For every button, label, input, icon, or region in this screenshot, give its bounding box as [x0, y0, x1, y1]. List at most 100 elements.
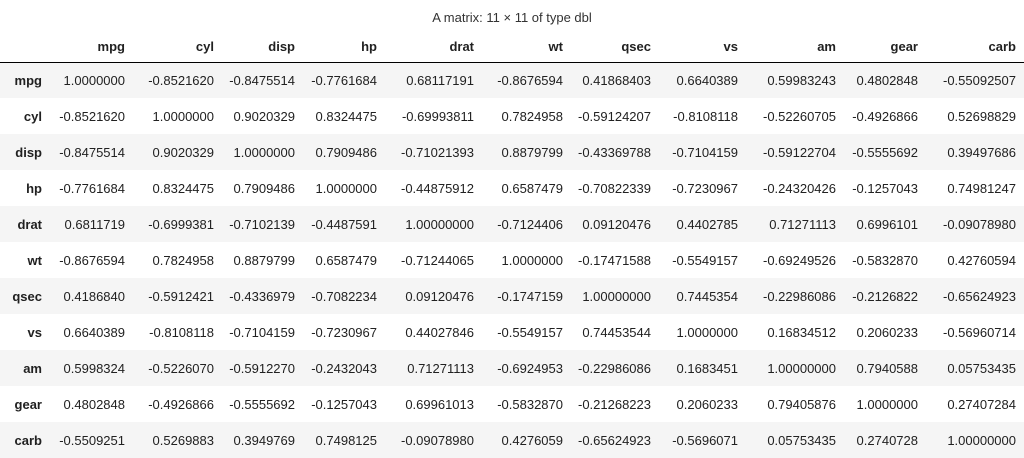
- matrix-cell: 0.7909486: [315, 144, 377, 160]
- matrix-cell: -0.65624923: [942, 288, 1016, 304]
- matrix-cell: 0.05753435: [947, 360, 1016, 376]
- matrix-cell: 0.4276059: [501, 432, 563, 448]
- table-row: gear 0.4802848 -0.4926866 -0.5555692 -0.1257…: [0, 386, 1024, 422]
- matrix-cell: 1.0000000: [856, 396, 918, 412]
- matrix-cell: 0.71271113: [407, 360, 474, 376]
- matrix-cell: -0.7124406: [497, 216, 563, 232]
- matrix-cell: -0.5696071: [672, 432, 738, 448]
- matrix-cell: -0.21268223: [577, 396, 651, 412]
- matrix-caption: A matrix: 11 × 11 of type dbl: [432, 10, 592, 25]
- matrix-cell: -0.70822339: [577, 180, 651, 196]
- matrix-header: mpg cyl disp hp drat wt qsec vs am gear carb: [0, 31, 1024, 63]
- row-header-qsec: qsec: [12, 288, 42, 304]
- matrix-cell: 0.05753435: [767, 432, 836, 448]
- matrix-cell: -0.6924953: [497, 360, 563, 376]
- table-row: disp -0.8475514 0.9020329 1.0000000 0.790948…: [0, 134, 1024, 170]
- matrix-cell: 0.42760594: [947, 252, 1016, 268]
- matrix-cell: -0.43369788: [577, 144, 651, 160]
- matrix-cell: 0.7940588: [856, 360, 918, 376]
- matrix-cell: -0.71021393: [400, 144, 474, 160]
- matrix-cell: 0.6640389: [63, 324, 125, 340]
- matrix-cell: 0.16834512: [767, 324, 836, 340]
- matrix-cell: 0.5998324: [63, 360, 125, 376]
- matrix-cell: 0.6811719: [64, 216, 126, 232]
- matrix-cell: -0.5555692: [229, 396, 295, 412]
- column-header-disp: disp: [222, 31, 303, 63]
- matrix-cell: 0.7824958: [501, 108, 563, 124]
- matrix-cell: 0.68117191: [406, 72, 474, 88]
- matrix-cell: 1.0000000: [152, 108, 214, 124]
- matrix-cell: 0.6640389: [676, 72, 738, 88]
- matrix-cell: 1.00000000: [405, 216, 474, 232]
- matrix-cell: -0.56960714: [942, 324, 1016, 340]
- row-header-vs: vs: [27, 324, 42, 340]
- matrix-cell: 0.8879799: [233, 252, 295, 268]
- matrix-cell: 0.69961013: [405, 396, 474, 412]
- matrix-cell: -0.5912421: [148, 288, 214, 304]
- matrix-cell: 0.74453544: [582, 324, 651, 340]
- matrix-cell: 0.6587479: [315, 252, 377, 268]
- matrix-cell: -0.24320426: [762, 180, 836, 196]
- matrix-cell: -0.71244065: [400, 252, 474, 268]
- table-row: drat 0.6811719 -0.6999381 -0.7102139 -0.4487…: [0, 206, 1024, 242]
- matrix-cell: -0.7104159: [229, 324, 295, 340]
- matrix-cell: -0.4926866: [852, 108, 918, 124]
- matrix-body: mpg 1.0000000 -0.8521620 -0.8475514 -0.77616…: [0, 62, 1024, 458]
- matrix-cell: -0.22986086: [577, 360, 651, 376]
- matrix-cell: -0.8108118: [673, 108, 738, 124]
- matrix-cell: -0.8475514: [229, 72, 295, 88]
- matrix-cell: -0.7102139: [229, 216, 295, 232]
- matrix-cell: -0.8475514: [59, 144, 125, 160]
- matrix-cell: 0.6587479: [501, 180, 563, 196]
- matrix-cell: 0.59983243: [767, 72, 836, 88]
- row-header-disp: disp: [15, 144, 42, 160]
- matrix-cell: 0.2060233: [856, 324, 918, 340]
- matrix-cell: 0.2060233: [676, 396, 738, 412]
- column-header-vs: vs: [659, 31, 746, 63]
- matrix-cell: 0.4802848: [856, 72, 918, 88]
- matrix-cell: 0.4186840: [63, 288, 125, 304]
- column-header-cyl: cyl: [133, 31, 222, 63]
- matrix-cell: -0.7104159: [672, 144, 738, 160]
- table-row: hp -0.7761684 0.8324475 0.7909486 1.0000000 -…: [0, 170, 1024, 206]
- matrix-cell: -0.5555692: [852, 144, 918, 160]
- row-header-wt: wt: [27, 252, 42, 268]
- matrix-cell: 0.4802848: [63, 396, 125, 412]
- header-row: mpg cyl disp hp drat wt qsec vs am gear carb: [0, 31, 1024, 63]
- matrix-cell: -0.59122704: [762, 144, 836, 160]
- matrix-cell: -0.59124207: [577, 108, 651, 124]
- row-header-hp: hp: [26, 180, 42, 196]
- table-row: qsec 0.4186840 -0.5912421 -0.4336979 -0.7082…: [0, 278, 1024, 314]
- matrix-cell: -0.8676594: [497, 72, 563, 88]
- matrix-cell: 1.0000000: [676, 324, 738, 340]
- matrix-cell: 0.7445354: [676, 288, 738, 304]
- matrix-cell: -0.1257043: [311, 396, 377, 412]
- table-row: cyl -0.8521620 1.0000000 0.9020329 0.8324475…: [0, 98, 1024, 134]
- correlation-matrix-table: mpg cyl disp hp drat wt qsec vs am gear carb mpg 1.…: [0, 31, 1024, 458]
- table-row: mpg 1.0000000 -0.8521620 -0.8475514 -0.77616…: [0, 62, 1024, 98]
- matrix-cell: 1.00000000: [767, 360, 836, 376]
- matrix-cell: -0.8108118: [149, 324, 214, 340]
- matrix-cell: 1.0000000: [501, 252, 563, 268]
- matrix-output: A matrix: 11 × 11 of type dbl mpg cyl disp…: [0, 0, 1024, 458]
- row-header-drat: drat: [17, 216, 42, 232]
- matrix-cell: -0.69993811: [401, 108, 474, 124]
- matrix-cell: 0.09120476: [405, 288, 474, 304]
- matrix-cell: -0.52260705: [762, 108, 836, 124]
- column-header-mpg: mpg: [50, 31, 133, 63]
- matrix-cell: 1.00000000: [947, 432, 1016, 448]
- matrix-cell: 1.00000000: [582, 288, 651, 304]
- matrix-cell: 0.8324475: [315, 108, 377, 124]
- matrix-cell: -0.55092507: [942, 72, 1016, 88]
- row-header-mpg: mpg: [14, 72, 42, 88]
- matrix-cell: 0.4402785: [676, 216, 738, 232]
- matrix-cell: -0.5832870: [852, 252, 918, 268]
- column-header-hp: hp: [303, 31, 385, 63]
- matrix-cell: -0.5832870: [497, 396, 563, 412]
- matrix-cell: 0.79405876: [767, 396, 836, 412]
- matrix-cell: 0.71271113: [769, 216, 836, 232]
- matrix-cell: -0.6999381: [148, 216, 214, 232]
- column-header-drat: drat: [385, 31, 482, 63]
- matrix-cell: 1.0000000: [315, 180, 377, 196]
- matrix-cell: -0.7761684: [311, 72, 377, 88]
